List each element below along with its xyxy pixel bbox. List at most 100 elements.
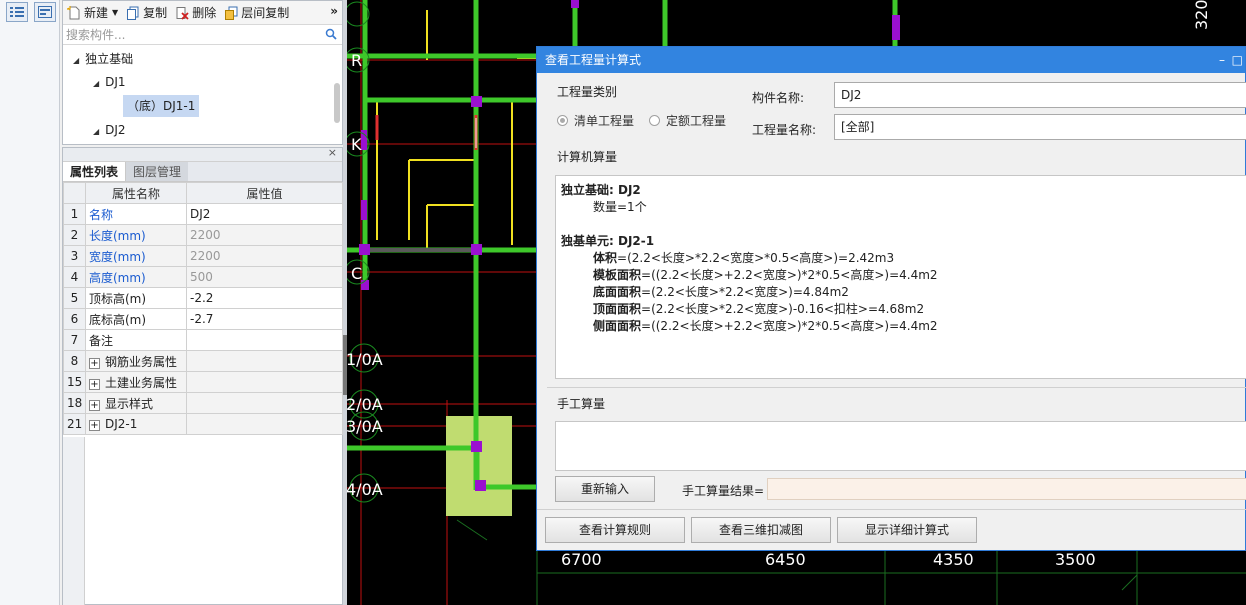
maximize-button[interactable]: □	[1232, 47, 1243, 73]
column-header-value: 属性值	[186, 182, 343, 204]
formula-line: 体积=(2.2<长度>*2.2<宽度>*0.5<高度>)=2.42m3	[593, 251, 895, 265]
show-detailed-formula-button[interactable]: 显示详细计算式	[837, 517, 977, 543]
axis-label-3-0a: 3/0A	[347, 417, 383, 436]
axis-label-4-0a: 4/0A	[347, 480, 383, 499]
table-row[interactable]: 5 顶标高(m) -2.2	[63, 287, 343, 309]
tree-node-dj2[interactable]: ◢ DJ2	[93, 119, 126, 141]
qty-type-group-label: 工程量类别	[557, 85, 618, 99]
expand-triangle-icon: ◢	[93, 79, 100, 88]
delete-button[interactable]: 删除	[175, 4, 216, 21]
component-panel: 新建 ▼ 复制 删除 层间复制 » ◢独立基础 ◢DJ1 （底）DJ1-1 ◢D…	[62, 0, 343, 145]
radio-unselected-icon	[649, 115, 660, 126]
property-value-input[interactable]: 2200	[186, 245, 343, 267]
search-input[interactable]	[63, 25, 342, 44]
table-row[interactable]: 3 宽度(mm) 2200	[63, 245, 343, 267]
table-row-group[interactable]: 8 + 钢筋业务属性	[63, 350, 343, 372]
radio-quota-quantity[interactable]: 定额工程量	[649, 112, 726, 129]
radio-selected-icon	[557, 115, 568, 126]
floor-copy-button[interactable]: 层间复制	[224, 4, 289, 21]
formula-line: 顶面面积=(2.2<长度>*2.2<宽度>)-0.16<扣柱>=4.68m2	[593, 302, 925, 316]
dimension-label: 320	[1192, 0, 1211, 30]
dimension-label: 6450	[765, 550, 806, 569]
component-tree: ◢ 独立基础 ◢ DJ1 （底）DJ1-1 ◢ DJ2	[63, 45, 342, 143]
dialog-title: 查看工程量计算式	[545, 53, 642, 67]
minimize-button[interactable]: –	[1219, 47, 1225, 73]
close-icon[interactable]: ×	[328, 146, 337, 159]
delete-icon	[176, 6, 189, 20]
tab-property-list[interactable]: 属性列表	[63, 162, 127, 181]
property-panel: × 属性列表 图层管理 属性名称 属性值 1 名称 DJ2 2 长度(mm) 2…	[62, 146, 343, 605]
component-name-field[interactable]: DJ2	[834, 82, 1246, 108]
table-row[interactable]: 2 长度(mm) 2200	[63, 224, 343, 246]
expand-plus-icon[interactable]: +	[89, 378, 100, 390]
list-view-icon[interactable]	[6, 2, 28, 22]
quantity-formula-dialog: 查看工程量计算式 – □ 工程量类别 清单工程量 定额工程量 构件名称: DJ2…	[536, 46, 1246, 551]
expand-plus-icon[interactable]: +	[89, 420, 100, 431]
property-value-input[interactable]	[186, 329, 343, 351]
formula-line: 底面面积=(2.2<长度>*2.2<宽度>)=4.84m2	[593, 285, 849, 299]
manual-calc-input[interactable]	[555, 421, 1246, 471]
chevron-down-icon: ▼	[112, 8, 119, 17]
reinput-button[interactable]: 重新输入	[555, 476, 655, 502]
property-value-input[interactable]: -2.7	[186, 308, 343, 330]
expand-plus-icon[interactable]: +	[89, 399, 100, 411]
left-tool-strip	[0, 0, 60, 605]
expand-plus-icon[interactable]: +	[89, 357, 100, 369]
search-row	[63, 25, 342, 45]
floor-copy-icon	[225, 6, 238, 20]
tree-node-root[interactable]: ◢ 独立基础	[73, 48, 133, 70]
property-value-input[interactable]: DJ2	[186, 203, 343, 225]
dialog-title-bar[interactable]: 查看工程量计算式 – □	[537, 47, 1245, 73]
property-value-input[interactable]: -2.2	[186, 287, 343, 309]
copy-button[interactable]: 复制	[126, 4, 167, 21]
table-row[interactable]: 7 备注	[63, 329, 343, 351]
expand-triangle-icon: ◢	[93, 127, 100, 136]
manual-calc-label: 手工算量	[557, 397, 606, 411]
expand-triangle-icon: ◢	[73, 56, 80, 65]
qty-name-field[interactable]: [全部]	[834, 114, 1246, 140]
table-row-group[interactable]: 18 + 显示样式	[63, 392, 343, 414]
component-toolbar: 新建 ▼ 复制 删除 层间复制 »	[63, 1, 342, 25]
manual-result-field[interactable]	[767, 478, 1246, 500]
view-calc-rules-button[interactable]: 查看计算规则	[545, 517, 685, 543]
dimension-label: 3500	[1055, 550, 1096, 569]
dimension-label: 6700	[561, 550, 602, 569]
tree-node-dj1[interactable]: ◢ DJ1	[93, 71, 126, 93]
form-view-icon[interactable]	[34, 2, 56, 22]
component-name-label: 构件名称:	[752, 91, 805, 105]
property-value-input[interactable]: 2200	[186, 224, 343, 246]
tree-node-dj1-1-selected[interactable]: （底）DJ1-1	[123, 95, 200, 117]
more-tools-button[interactable]: »	[330, 4, 338, 18]
property-panel-header: ×	[63, 146, 342, 162]
formula-line: 侧面面积=((2.2<长度>+2.2<宽度>)*2*0.5<高度>)=4.4m2	[593, 319, 938, 333]
property-value-input[interactable]: 500	[186, 266, 343, 288]
table-row[interactable]: 1 名称 DJ2	[63, 203, 343, 225]
table-row-group[interactable]: 21 + DJ2-1	[63, 413, 343, 435]
table-row-group[interactable]: 15 + 土建业务属性	[63, 371, 343, 393]
axis-label-c: C	[351, 264, 362, 283]
column-header-name: 属性名称	[85, 182, 187, 204]
table-row[interactable]: 6 底标高(m) -2.7	[63, 308, 343, 330]
qty-name-label: 工程量名称:	[752, 123, 817, 137]
tree-scrollbar[interactable]	[334, 83, 340, 123]
radio-bill-quantity[interactable]: 清单工程量	[557, 112, 634, 129]
formula-line: 模板面积=((2.2<长度>+2.2<宽度>)*2*0.5<高度>)=4.4m2	[593, 268, 938, 282]
dimension-label: 4350	[933, 550, 974, 569]
copy-icon	[127, 6, 139, 20]
table-row[interactable]: 4 高度(mm) 500	[63, 266, 343, 288]
computer-calc-label: 计算机算量	[557, 150, 618, 164]
axis-label-r: R	[351, 51, 362, 70]
axis-label-2-0a: 2/0A	[347, 395, 383, 414]
axis-label-k: K	[351, 135, 362, 154]
tab-layer-management[interactable]: 图层管理	[126, 162, 189, 181]
view-3d-deduction-button[interactable]: 查看三维扣减图	[691, 517, 831, 543]
calculation-formula-box[interactable]: 独立基础: DJ2 数量=1个 独基单元: DJ2-1 体积=(2.2<长度>*…	[555, 175, 1246, 379]
new-button[interactable]: 新建 ▼	[67, 4, 118, 21]
manual-result-label: 手工算量结果=	[682, 484, 765, 498]
search-icon[interactable]	[325, 28, 337, 40]
property-table-header: 属性名称 属性值	[63, 182, 343, 204]
property-tabs: 属性列表 图层管理	[63, 162, 342, 182]
property-table: 属性名称 属性值 1 名称 DJ2 2 长度(mm) 2200 3 宽度(mm)…	[63, 182, 343, 435]
axis-label-1-0a: 1/0A	[347, 350, 383, 369]
new-icon	[67, 5, 80, 19]
